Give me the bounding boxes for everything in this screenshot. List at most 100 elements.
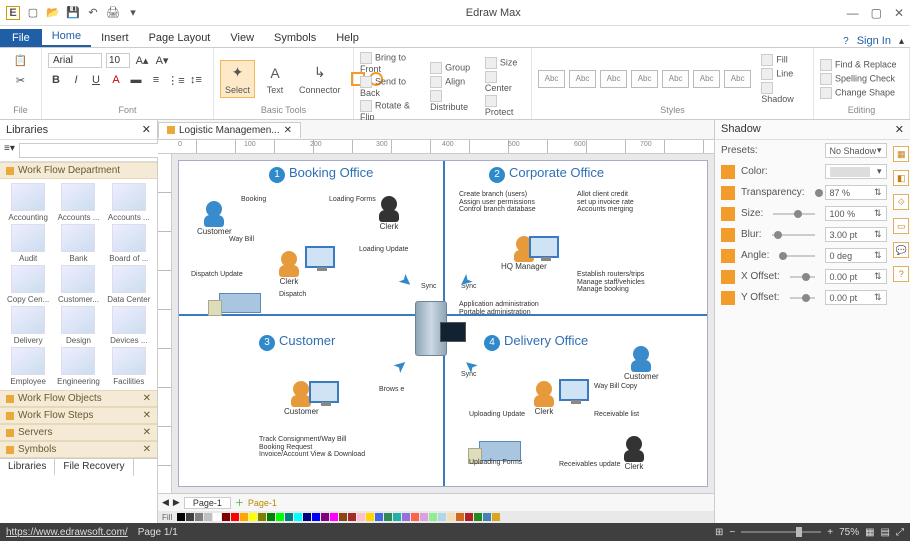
xoffset-slider[interactable] bbox=[790, 276, 815, 278]
stencil-item[interactable]: Data Center bbox=[105, 265, 153, 304]
page-nav-next-icon[interactable]: ▶ bbox=[173, 497, 180, 508]
color-swatch[interactable] bbox=[213, 513, 221, 521]
center-button[interactable]: Center bbox=[485, 71, 525, 93]
bold-icon[interactable]: B bbox=[48, 72, 64, 88]
size-button[interactable]: Size bbox=[485, 57, 525, 69]
font-name-select[interactable]: Arial bbox=[48, 53, 102, 68]
paste-icon[interactable]: 📋 bbox=[13, 52, 29, 68]
distribute-button[interactable]: Distribute bbox=[430, 90, 479, 112]
color-swatch[interactable] bbox=[222, 513, 230, 521]
stencil-item[interactable]: Accounts ... bbox=[54, 183, 102, 222]
shrink-font-icon[interactable]: A▾ bbox=[154, 52, 170, 68]
yoffset-value[interactable]: 0.00 pt⇅ bbox=[825, 290, 887, 305]
color-swatch[interactable] bbox=[330, 513, 338, 521]
open-icon[interactable]: 📂 bbox=[46, 6, 60, 20]
tool-icon[interactable]: ? bbox=[893, 266, 909, 282]
file-tab[interactable]: File bbox=[0, 29, 42, 47]
pc-icon[interactable] bbox=[309, 381, 339, 403]
stencil-item[interactable]: Accounts ... bbox=[105, 183, 153, 222]
fill-button[interactable]: Fill bbox=[761, 54, 807, 66]
align-left-icon[interactable]: ≡ bbox=[148, 72, 164, 88]
sign-in-link[interactable]: Sign In bbox=[857, 35, 891, 47]
blur-slider[interactable] bbox=[772, 234, 815, 236]
bullets-icon[interactable]: ⋮≡ bbox=[168, 72, 184, 88]
ribbon-collapse-icon[interactable]: ▴ bbox=[899, 36, 904, 47]
font-size-select[interactable]: 10 bbox=[106, 53, 130, 68]
truck-icon[interactable] bbox=[219, 293, 261, 313]
pc-icon[interactable] bbox=[529, 236, 559, 258]
grow-font-icon[interactable]: A▴ bbox=[134, 52, 150, 68]
align-button[interactable]: Align bbox=[430, 76, 479, 88]
color-swatch[interactable] bbox=[411, 513, 419, 521]
minimize-icon[interactable]: — bbox=[847, 6, 859, 20]
cut-icon[interactable]: ✂ bbox=[13, 72, 29, 88]
group-button[interactable]: Group bbox=[430, 62, 479, 74]
server-icon[interactable] bbox=[415, 301, 447, 356]
undo-icon[interactable]: ↶ bbox=[86, 6, 100, 20]
color-swatch[interactable] bbox=[384, 513, 392, 521]
category-header[interactable]: Symbols✕ bbox=[0, 441, 157, 458]
tab-view[interactable]: View bbox=[220, 29, 264, 47]
tool-icon[interactable]: 💬 bbox=[893, 242, 909, 258]
color-swatch[interactable] bbox=[429, 513, 437, 521]
color-swatch[interactable] bbox=[447, 513, 455, 521]
blur-value[interactable]: 3.00 pt⇅ bbox=[825, 227, 887, 242]
add-page-icon[interactable]: ＋ bbox=[235, 496, 244, 509]
tool-icon[interactable]: ◧ bbox=[893, 170, 909, 186]
zoom-slider[interactable] bbox=[741, 531, 821, 533]
rotate-flip-button[interactable]: Rotate & Flip bbox=[360, 100, 424, 122]
size-value[interactable]: 100 %⇅ bbox=[825, 206, 887, 221]
close-doc-icon[interactable]: ✕ bbox=[284, 125, 292, 136]
stencil-item[interactable]: Bank bbox=[54, 224, 102, 263]
stencil-item[interactable]: Audit bbox=[4, 224, 52, 263]
stencil-item[interactable]: Engineering bbox=[54, 347, 102, 386]
tab-help[interactable]: Help bbox=[326, 29, 369, 47]
page-tab[interactable]: Page-1 bbox=[184, 497, 231, 509]
drawing-page[interactable]: 1Booking Office 2Corporate Office 3Custo… bbox=[178, 160, 708, 487]
italic-icon[interactable]: I bbox=[68, 72, 84, 88]
color-swatch[interactable] bbox=[339, 513, 347, 521]
close-panel-icon[interactable]: ✕ bbox=[142, 123, 151, 136]
color-swatch[interactable] bbox=[303, 513, 311, 521]
category-header[interactable]: Servers✕ bbox=[0, 424, 157, 441]
document-tab[interactable]: Logistic Managemen...✕ bbox=[158, 122, 301, 138]
sidebar-tab-file-recovery[interactable]: File Recovery bbox=[55, 459, 133, 476]
color-swatch[interactable] bbox=[240, 513, 248, 521]
color-swatch[interactable] bbox=[438, 513, 446, 521]
line-button[interactable]: Line bbox=[761, 68, 807, 80]
category-header[interactable]: Work Flow Steps✕ bbox=[0, 407, 157, 424]
tab-insert[interactable]: Insert bbox=[91, 29, 139, 47]
color-swatch[interactable] bbox=[177, 513, 185, 521]
color-swatch[interactable] bbox=[375, 513, 383, 521]
color-swatch[interactable] bbox=[357, 513, 365, 521]
library-menu-icon[interactable]: ≡▾ bbox=[4, 143, 15, 158]
bring-front-button[interactable]: Bring to Front bbox=[360, 52, 424, 74]
style-swatch[interactable]: Abc bbox=[569, 70, 596, 88]
color-swatch[interactable] bbox=[186, 513, 194, 521]
angle-value[interactable]: 0 deg⇅ bbox=[825, 248, 887, 263]
underline-icon[interactable]: U bbox=[88, 72, 104, 88]
pc-icon[interactable] bbox=[559, 379, 589, 401]
spelling-button[interactable]: Spelling Check bbox=[820, 73, 897, 85]
actor-customer3[interactable]: Customer bbox=[624, 346, 659, 381]
color-swatch[interactable] bbox=[267, 513, 275, 521]
color-swatch[interactable] bbox=[348, 513, 356, 521]
stencil-item[interactable]: Devices ... bbox=[105, 306, 153, 345]
tool-icon[interactable]: ▦ bbox=[893, 146, 909, 162]
text-tool[interactable]: AText bbox=[261, 61, 289, 97]
color-swatch[interactable] bbox=[474, 513, 482, 521]
close-icon[interactable]: ✕ bbox=[894, 6, 904, 20]
view-mode-icon[interactable]: ▤ bbox=[881, 527, 890, 538]
color-swatch[interactable] bbox=[294, 513, 302, 521]
page-nav-prev-icon[interactable]: ◀ bbox=[162, 497, 169, 508]
stencil-item[interactable]: Delivery bbox=[4, 306, 52, 345]
change-shape-button[interactable]: Change Shape bbox=[820, 87, 897, 99]
style-swatch[interactable]: Abc bbox=[631, 70, 658, 88]
yoffset-slider[interactable] bbox=[790, 297, 815, 299]
style-swatch[interactable]: Abc bbox=[724, 70, 751, 88]
color-swatch[interactable] bbox=[321, 513, 329, 521]
stencil-item[interactable]: Facilities bbox=[105, 347, 153, 386]
style-swatch[interactable]: Abc bbox=[662, 70, 689, 88]
color-swatch[interactable] bbox=[312, 513, 320, 521]
zoom-in-icon[interactable]: + bbox=[827, 527, 833, 538]
